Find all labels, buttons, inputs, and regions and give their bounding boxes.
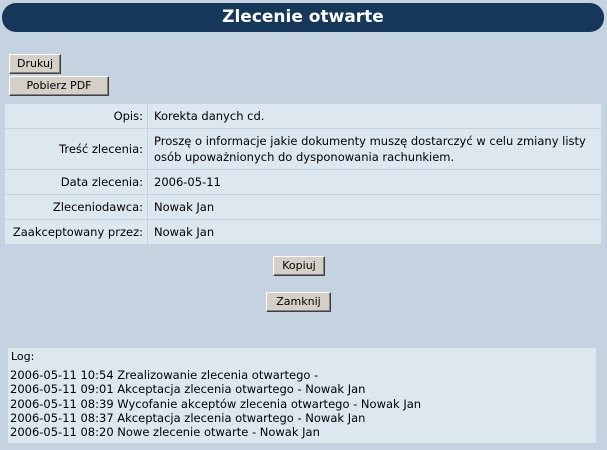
copy-button[interactable]: Kopiuj	[273, 256, 325, 276]
detail-row-content: Treść zlecenia: Proszę o informacje jaki…	[5, 129, 601, 169]
order-details-table: Opis: Korekta danych cd. Treść zlecenia:…	[4, 103, 602, 245]
log-list: 2006-05-11 10:54 Zrealizowanie zlecenia …	[10, 368, 421, 439]
detail-label: Opis:	[5, 104, 147, 128]
detail-value: Korekta danych cd.	[148, 104, 601, 128]
detail-row-description: Opis: Korekta danych cd.	[5, 104, 601, 128]
log-entry: 2006-05-11 09:01 Akceptacja zlecenia otw…	[10, 382, 366, 397]
detail-row-accepted-by: Zaakceptowany przez: Nowak Jan	[5, 220, 601, 244]
detail-value: 2006-05-11	[148, 170, 601, 194]
detail-value: Nowak Jan	[148, 195, 601, 219]
detail-label: Zaakceptowany przez:	[5, 220, 147, 244]
page-title: Zlecenie otwarte	[2, 3, 604, 32]
log-panel: Log: 2006-05-11 10:54 Zrealizowanie zlec…	[8, 348, 596, 443]
detail-row-date: Data zlecenia: 2006-05-11	[5, 170, 601, 194]
log-entry: 2006-05-11 08:37 Akceptacja zlecenia otw…	[10, 410, 366, 425]
log-entry: 2006-05-11 10:54 Zrealizowanie zlecenia …	[10, 368, 319, 382]
detail-label: Data zlecenia:	[5, 170, 147, 194]
close-button[interactable]: Zamknij	[266, 292, 331, 312]
page: Zlecenie otwarte Drukuj Pobierz PDF Opis…	[0, 0, 607, 450]
detail-value: Proszę o informacje jakie dokumenty musz…	[148, 129, 601, 169]
detail-label: Treść zlecenia:	[5, 129, 147, 169]
log-entry: 2006-05-11 08:39 Wycofanie akceptów zlec…	[10, 396, 422, 411]
detail-value: Nowak Jan	[148, 220, 601, 244]
detail-label: Zleceniodawca:	[5, 195, 147, 219]
detail-row-ordering-party: Zleceniodawca: Nowak Jan	[5, 195, 601, 219]
log-label: Log:	[11, 350, 35, 363]
log-entry: 2006-05-11 08:20 Nowe zlecenie otwarte -…	[10, 425, 320, 440]
download-pdf-button[interactable]: Pobierz PDF	[9, 76, 109, 96]
print-button[interactable]: Drukuj	[9, 54, 61, 74]
